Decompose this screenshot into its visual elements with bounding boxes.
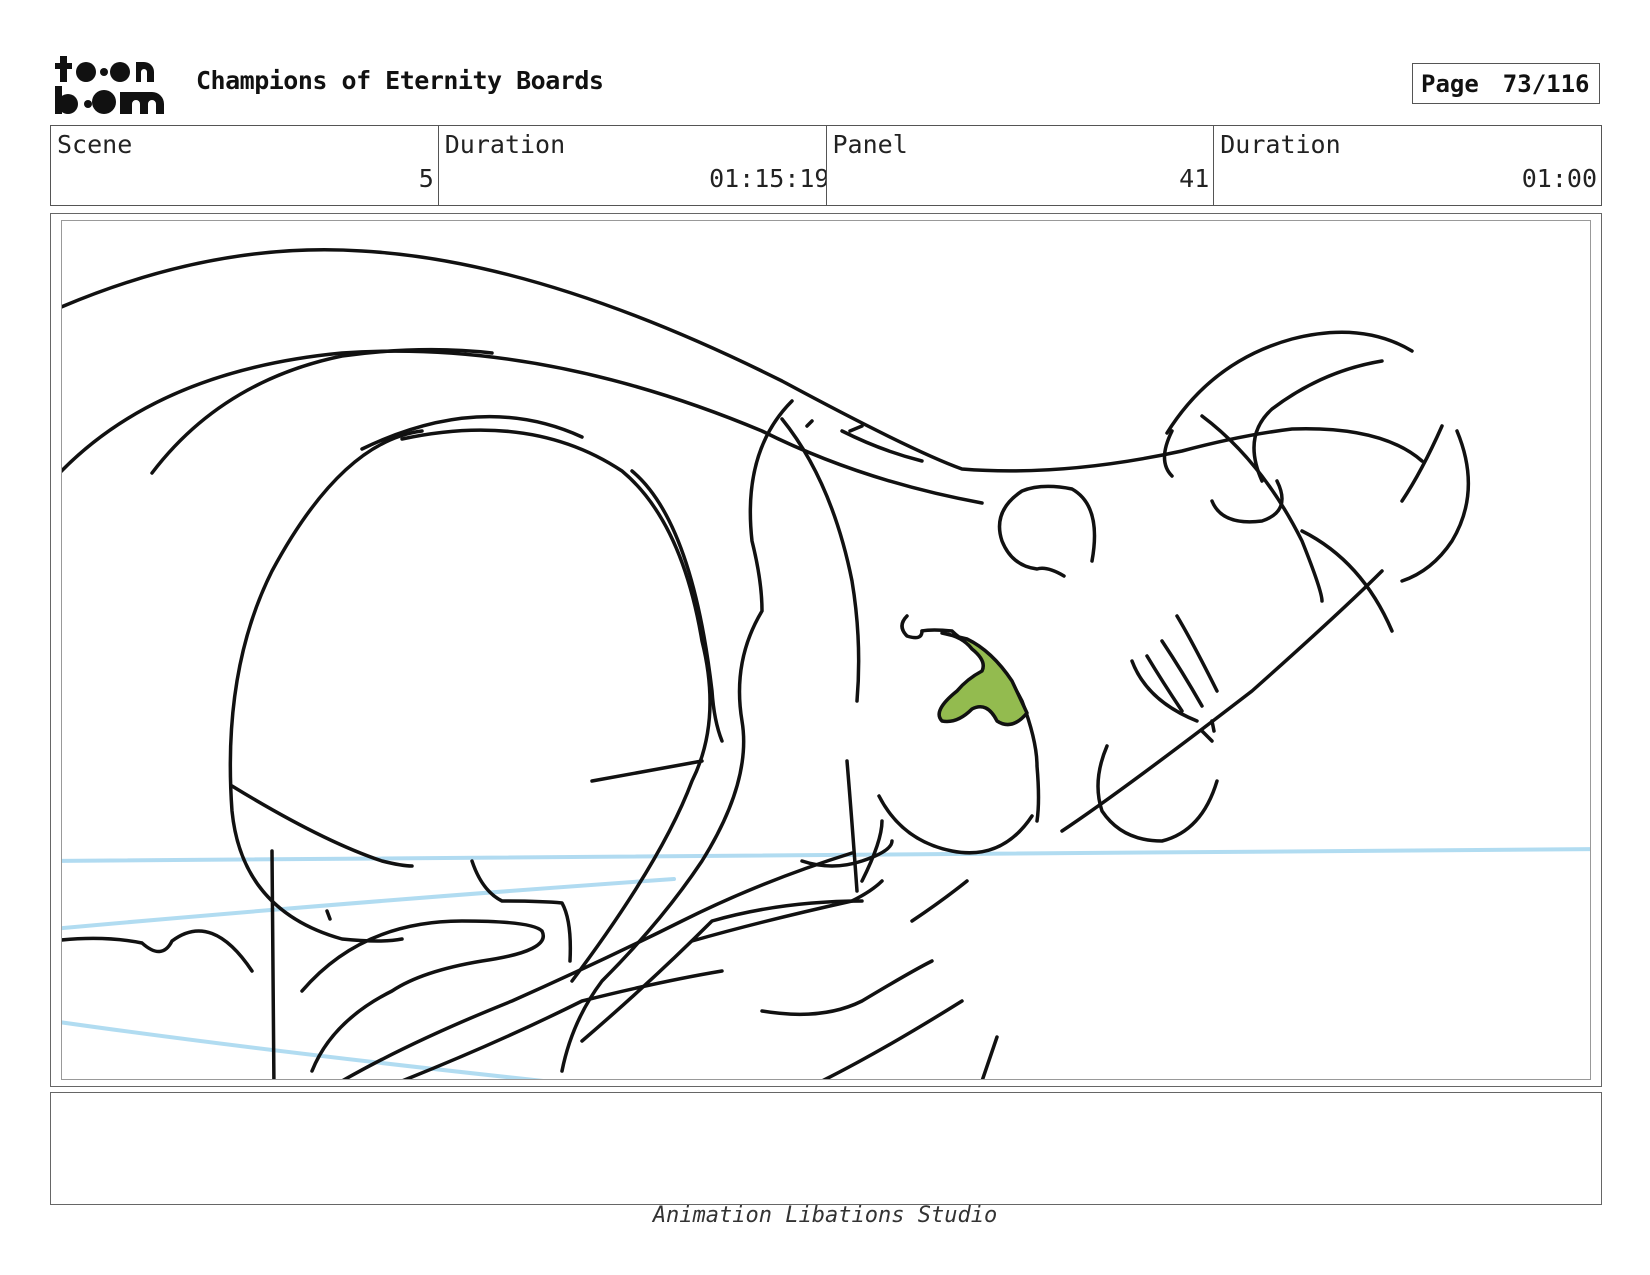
document-title: Champions of Eternity Boards xyxy=(196,66,604,95)
panel-value: 41 xyxy=(1179,164,1210,193)
page-indicator: Page 73/116 xyxy=(1412,63,1600,104)
scene-label: Scene xyxy=(57,130,133,159)
panel-notes-box xyxy=(50,1092,1602,1205)
panel-duration-label: Duration xyxy=(1220,130,1341,159)
scene-duration-value: 01:15:19 xyxy=(709,164,827,193)
toon-boom-logo xyxy=(55,56,164,114)
page-number: 73/116 xyxy=(1502,69,1590,98)
scene-cell: Scene 5 xyxy=(51,126,439,205)
panel-duration-cell: Duration 01:00 xyxy=(1214,126,1601,205)
panel-label: Panel xyxy=(832,130,908,159)
storyboard-sketch xyxy=(62,248,1590,1079)
studio-footer: Animation Libations Studio xyxy=(652,1203,998,1228)
panel-cell: Panel 41 xyxy=(827,126,1215,205)
scene-duration-cell: Duration 01:15:19 xyxy=(439,126,827,205)
scene-value: 5 xyxy=(418,164,434,193)
scene-duration-label: Duration xyxy=(444,130,566,159)
panel-duration-value: 01:00 xyxy=(1521,164,1597,193)
panel-info-row: Scene 5 Duration 01:15:19 Panel 41 Durat… xyxy=(50,125,1602,206)
page-label: Page xyxy=(1421,69,1479,98)
storyboard-drawing-area xyxy=(61,220,1591,1080)
